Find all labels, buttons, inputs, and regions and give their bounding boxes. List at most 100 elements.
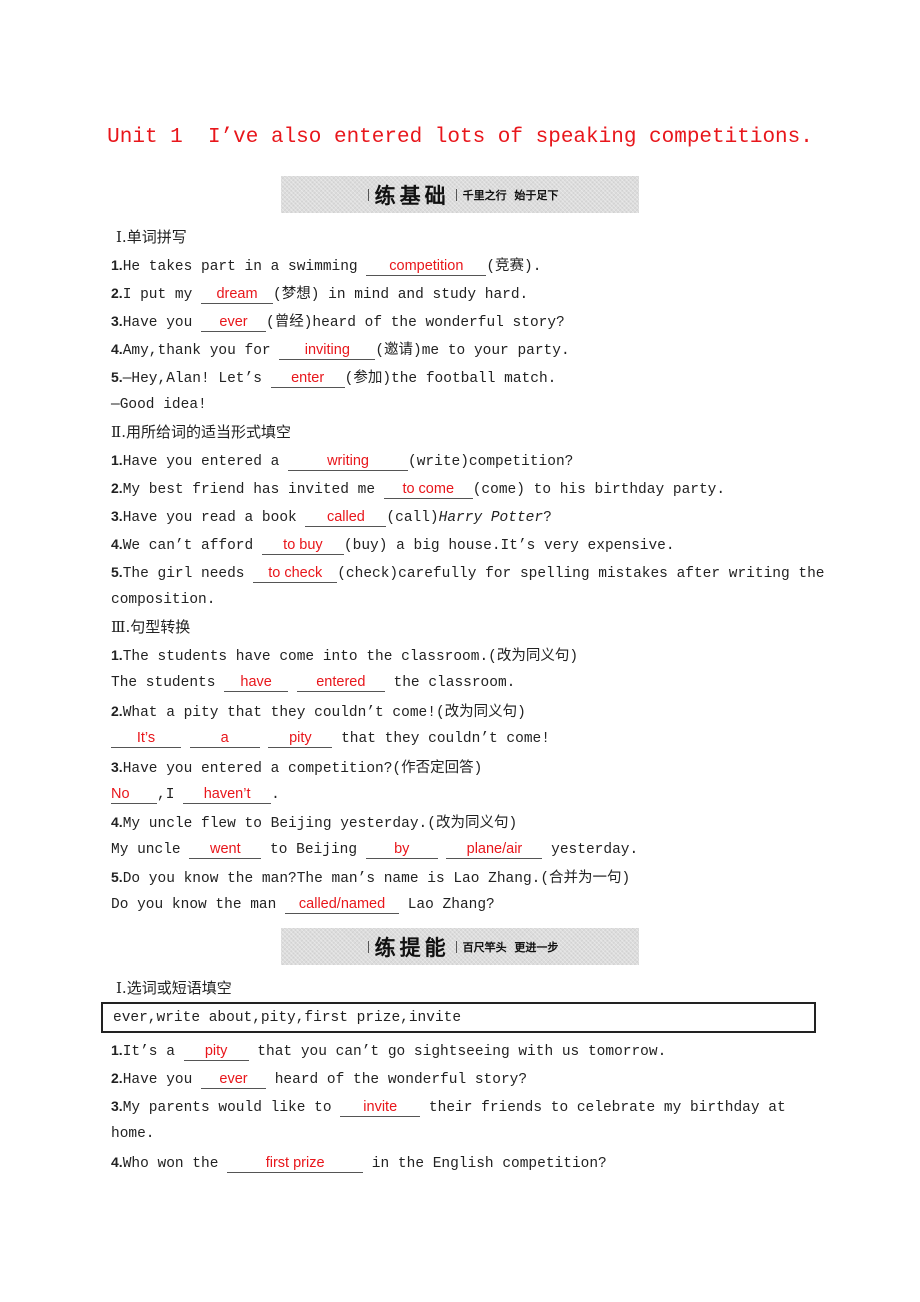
item-text: (曾经)heard of the wonderful story? [266, 315, 565, 331]
item-number: 2. [111, 1070, 123, 1086]
answer-line: Do you know the man called/named Lao Zha… [111, 895, 495, 915]
item-text: (write)competition? [408, 454, 574, 470]
item-number: 2. [111, 703, 123, 719]
answer-blank[interactable]: inviting [279, 341, 376, 360]
answer-blank[interactable]: pity [268, 729, 333, 748]
item-number: 2. [111, 480, 123, 496]
answer-blank[interactable]: have [224, 673, 289, 692]
question-text: What a pity that they couldn’t come!(改为同… [122, 705, 526, 721]
item-number: 1. [111, 1042, 123, 1058]
item-number: 3. [111, 1098, 123, 1114]
section-heading: Ⅰ.选词或短语填空 [116, 979, 232, 997]
item-text: The girl needs [122, 566, 254, 582]
exercise-item: 3.My parents would like to invite their … [111, 1096, 786, 1118]
answer-blank[interactable]: It’s [111, 729, 181, 748]
answer-line: The students have entered the classroom. [111, 673, 515, 693]
answer-blank[interactable]: writing [288, 452, 409, 471]
answer-blank[interactable]: to buy [261, 536, 344, 555]
item-text: ? [543, 510, 552, 526]
item-number: 5. [111, 564, 123, 580]
item-text: (邀请)me to your party. [375, 343, 570, 359]
item-number: 4. [111, 341, 123, 357]
exercise-item: 1.He takes part in a swimming competitio… [111, 255, 541, 277]
item-number: 3. [111, 313, 123, 329]
answer-blank[interactable]: pity [183, 1042, 249, 1061]
exercise-question: 2.What a pity that they couldn’t come!(改… [111, 701, 526, 723]
answer-blank[interactable]: competition [366, 257, 487, 276]
section-banner-improve: 练提能 百尺竿头 更进一步 [281, 928, 639, 965]
item-text: My parents would like to [122, 1100, 341, 1116]
answer-blank[interactable]: a [189, 729, 260, 748]
exercise-item: 5.—Hey,Alan! Let’s enter (参加)the football… [111, 367, 556, 389]
answer-blank[interactable]: to check [253, 564, 338, 583]
item-text: that they couldn’t come! [332, 731, 550, 747]
item-text: My uncle [111, 842, 190, 858]
item-text: (竞赛). [486, 259, 542, 275]
item-text: (check)carefully for spelling mistakes a… [337, 566, 825, 582]
divider [455, 188, 457, 201]
answer-blank[interactable]: to come [383, 480, 473, 499]
item-text: their friends to celebrate my birthday a… [420, 1100, 786, 1116]
worksheet-page: Unit 1 I’ve also entered lots of speakin… [0, 0, 920, 1302]
item-text: He takes part in a swimming [122, 259, 367, 275]
item-text: I put my [122, 287, 202, 303]
exercise-item: 2.My best friend has invited me to come(… [111, 478, 725, 500]
exercise-question: 1.The students have come into the classr… [111, 645, 578, 667]
item-number: 5. [111, 369, 123, 385]
item-text: heard of the wonderful story? [266, 1072, 528, 1088]
banner-subtitle: 千里之行 始于足下 [462, 188, 559, 202]
item-text: yesterday. [542, 842, 639, 858]
exercise-item: 3.Have you read a book called (call)Harry… [111, 506, 552, 528]
item-text: Lao Zhang? [399, 897, 495, 913]
divider [455, 940, 457, 953]
exercise-item: 4.Who won the first prize in the English… [111, 1152, 607, 1174]
answer-blank[interactable]: haven’t [183, 785, 272, 804]
question-text: Do you know the man?The man’s name is La… [122, 871, 631, 887]
item-text: My best friend has invited me [122, 482, 384, 498]
item-text: Do you know the man [111, 897, 286, 913]
item-number: 3. [111, 508, 123, 524]
item-text: Have you entered a [122, 454, 289, 470]
section-heading: Ⅱ.用所给词的适当形式填空 [111, 423, 291, 441]
item-text: to Beijing [261, 842, 366, 858]
answer-blank[interactable]: ever [201, 1070, 267, 1089]
item-number: 5. [111, 869, 123, 885]
answer-blank[interactable]: went [189, 840, 262, 859]
answer-blank[interactable]: entered [296, 673, 385, 692]
answer-blank[interactable]: called/named [285, 895, 400, 914]
question-text: The students have come into the classroo… [122, 649, 579, 665]
answer-line: No ,I haven’t. [111, 785, 280, 805]
exercise-question: 5.Do you know the man?The man’s name is … [111, 867, 630, 889]
item-number: 4. [111, 814, 123, 830]
divider [367, 188, 369, 201]
answer-blank[interactable]: ever [201, 313, 267, 332]
answer-blank[interactable]: first prize [227, 1154, 364, 1173]
exercise-item: 2.Have you ever heard of the wonderful s… [111, 1068, 527, 1090]
answer-blank[interactable]: by [365, 840, 438, 859]
item-text: that you can’t go sightseeing with us to… [248, 1044, 667, 1060]
continuation-text: composition. [111, 592, 216, 608]
item-text: the classroom. [384, 675, 516, 691]
item-text: (buy) a big house.It’s very expensive. [343, 538, 675, 554]
answer-blank[interactable]: plane/air [446, 840, 543, 859]
question-text: Have you entered a competition?(作否定回答) [122, 761, 483, 777]
item-text: Have you [122, 315, 202, 331]
section-banner-basics: 练基础 千里之行 始于足下 [281, 176, 639, 213]
banner-title: 练提能 [374, 935, 450, 960]
item-text: (come) to his birthday party. [472, 482, 726, 498]
book-title: Harry Potter [438, 510, 544, 526]
item-number: 4. [111, 536, 123, 552]
answer-blank[interactable]: No [111, 785, 157, 804]
item-number: 4. [111, 1154, 123, 1170]
item-number: 1. [111, 452, 123, 468]
item-text: We can’t afford [122, 538, 262, 554]
answer-blank[interactable]: invite [340, 1098, 421, 1117]
item-number: 2. [111, 285, 123, 301]
exercise-item: 1.Have you entered a writing (write)compe… [111, 450, 573, 472]
answer-line: My uncle went to Beijing by plane/air ye… [111, 840, 638, 860]
answer-blank[interactable]: called [305, 508, 387, 527]
item-text: Amy,thank you for [122, 343, 280, 359]
banner-title: 练基础 [374, 183, 450, 208]
answer-blank[interactable]: enter [270, 369, 345, 388]
answer-blank[interactable]: dream [201, 285, 274, 304]
